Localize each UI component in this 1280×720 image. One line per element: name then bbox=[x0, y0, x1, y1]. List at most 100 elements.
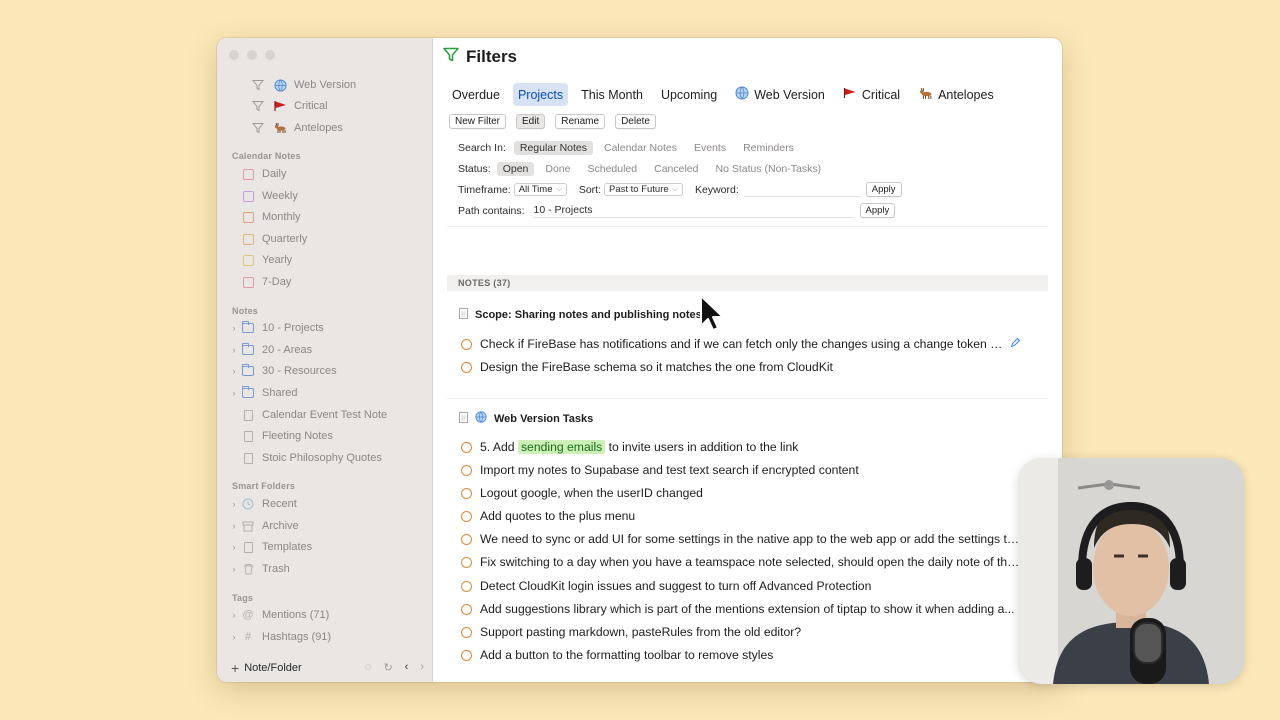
chevron-right-icon[interactable]: › bbox=[228, 610, 240, 620]
sidebar-tag-hashtags[interactable]: › # Hashtags (91) bbox=[228, 627, 332, 647]
sidebar-filter-critical[interactable]: Critical bbox=[250, 96, 328, 116]
tab-projects[interactable]: Projects bbox=[512, 83, 569, 106]
task-item[interactable]: Fix switching to a day when you have a t… bbox=[461, 555, 1021, 569]
sidebar: Web Version Critical Antelopes Calendar … bbox=[217, 38, 433, 682]
keyword-input[interactable] bbox=[743, 182, 860, 197]
sidebar-item-label: 10 - Projects bbox=[262, 322, 324, 334]
task-item[interactable]: 5. Add sending emails to invite users in… bbox=[461, 440, 1021, 454]
sidebar-item-label: Trash bbox=[262, 563, 290, 575]
sidebar-item-quarterly[interactable]: Quarterly bbox=[240, 229, 307, 249]
task-item[interactable]: Import my notes to Supabase and test tex… bbox=[461, 463, 1021, 477]
chevron-right-icon[interactable]: › bbox=[228, 564, 240, 574]
segment-canceled[interactable]: Canceled bbox=[648, 162, 704, 176]
add-note-folder-button[interactable]: Note/Folder bbox=[244, 662, 301, 674]
close-window-button[interactable] bbox=[229, 50, 239, 60]
note-title-scope[interactable]: Scope: Sharing notes and publishing note… bbox=[459, 308, 702, 322]
task-checkbox[interactable] bbox=[461, 626, 472, 638]
delete-button[interactable]: Delete bbox=[615, 114, 656, 129]
sidebar-note-fleeting[interactable]: Fleeting Notes bbox=[240, 426, 333, 446]
task-checkbox[interactable] bbox=[461, 556, 472, 568]
task-item[interactable]: Add quotes to the plus menu bbox=[461, 509, 1021, 523]
task-checkbox[interactable] bbox=[461, 510, 472, 522]
segment-done[interactable]: Done bbox=[539, 162, 576, 176]
task-checkbox[interactable] bbox=[461, 464, 472, 476]
task-item[interactable]: Add a button to the formatting toolbar t… bbox=[461, 648, 1021, 662]
sidebar-item-label: 7-Day bbox=[262, 276, 292, 288]
sidebar-folder-projects[interactable]: › 10 - Projects bbox=[228, 318, 324, 338]
chevron-right-icon[interactable]: › bbox=[228, 323, 240, 333]
task-item[interactable]: Add suggestions library which is part of… bbox=[461, 602, 1021, 616]
chevron-right-icon[interactable]: › bbox=[228, 366, 240, 376]
zoom-window-button[interactable] bbox=[265, 50, 275, 60]
sidebar-item-daily[interactable]: Daily bbox=[240, 164, 286, 184]
path-input[interactable] bbox=[533, 203, 854, 218]
chevron-right-icon[interactable]: › bbox=[228, 499, 240, 509]
segment-scheduled[interactable]: Scheduled bbox=[581, 162, 643, 176]
task-item[interactable]: Logout google, when the userID changed bbox=[461, 486, 1021, 500]
sidebar-smart-recent[interactable]: › Recent bbox=[228, 494, 297, 514]
tab-web-version[interactable]: Web Version bbox=[730, 83, 830, 106]
sidebar-folder-resources[interactable]: › 30 - Resources bbox=[228, 361, 337, 381]
task-item[interactable]: Check if FireBase has notifications and … bbox=[461, 337, 1021, 351]
task-item[interactable]: Support pasting markdown, pasteRules fro… bbox=[461, 625, 1021, 639]
new-filter-button[interactable]: New Filter bbox=[449, 114, 507, 129]
task-checkbox[interactable] bbox=[461, 487, 472, 499]
chevron-right-icon[interactable]: › bbox=[228, 632, 240, 642]
minimize-window-button[interactable] bbox=[247, 50, 257, 60]
chevron-right-icon[interactable]: › bbox=[228, 388, 240, 398]
task-checkbox[interactable] bbox=[461, 338, 472, 350]
sidebar-folder-areas[interactable]: › 20 - Areas bbox=[228, 340, 312, 360]
sidebar-item-7-day[interactable]: 7-Day bbox=[240, 272, 291, 292]
task-item[interactable]: Design the FireBase schema so it matches… bbox=[461, 360, 1021, 374]
back-arrow-icon[interactable]: ‹ bbox=[405, 661, 409, 674]
rename-button[interactable]: Rename bbox=[555, 114, 606, 129]
task-checkbox[interactable] bbox=[461, 649, 472, 661]
segment-regular-notes[interactable]: Regular Notes bbox=[513, 141, 593, 155]
segment-open[interactable]: Open bbox=[496, 162, 535, 176]
tab-overdue[interactable]: Overdue bbox=[447, 83, 505, 106]
sidebar-filter-antelopes[interactable]: Antelopes bbox=[250, 118, 343, 138]
sidebar-bottom-bar: + Note/Folder ◌ ↻ ‹ › bbox=[217, 654, 432, 682]
filter-icon bbox=[250, 100, 266, 112]
sidebar-item-monthly[interactable]: Monthly bbox=[240, 207, 301, 227]
timeframe-select[interactable]: All Time ⌵ bbox=[513, 183, 567, 196]
sidebar-item-yearly[interactable]: Yearly bbox=[240, 250, 292, 270]
segment-calendar-notes[interactable]: Calendar Notes bbox=[598, 141, 683, 155]
segment-events[interactable]: Events bbox=[688, 141, 732, 155]
tab-upcoming[interactable]: Upcoming bbox=[656, 83, 722, 106]
edit-button[interactable]: Edit bbox=[516, 114, 546, 129]
chevron-right-icon[interactable]: › bbox=[228, 521, 240, 531]
chevron-right-icon[interactable]: › bbox=[228, 345, 240, 355]
task-checkbox[interactable] bbox=[461, 603, 472, 615]
tab-this-month[interactable]: This Month bbox=[576, 83, 648, 106]
sidebar-filter-web-version[interactable]: Web Version bbox=[250, 75, 356, 95]
forward-arrow-icon[interactable]: › bbox=[420, 661, 424, 674]
task-checkbox[interactable] bbox=[461, 580, 472, 592]
sync-icon[interactable]: ↻ bbox=[383, 661, 392, 674]
task-checkbox[interactable] bbox=[461, 441, 472, 453]
chevron-right-icon[interactable]: › bbox=[228, 542, 240, 552]
keyword-apply-button[interactable]: Apply bbox=[865, 182, 902, 197]
task-item[interactable]: We need to sync or add UI for some setti… bbox=[461, 532, 1021, 546]
sidebar-smart-archive[interactable]: › Archive bbox=[228, 516, 299, 536]
tab-antelopes[interactable]: Antelopes bbox=[913, 83, 999, 106]
sort-select[interactable]: Past to Future ⌵ bbox=[604, 183, 683, 196]
sidebar-tag-mentions[interactable]: › @ Mentions (71) bbox=[228, 605, 330, 625]
sidebar-item-weekly[interactable]: Weekly bbox=[240, 186, 298, 206]
note-title-web-version-tasks[interactable]: Web Version Tasks bbox=[459, 411, 593, 426]
tab-critical[interactable]: Critical bbox=[838, 83, 905, 106]
sidebar-folder-shared[interactable]: › Shared bbox=[228, 383, 297, 403]
sidebar-smart-trash[interactable]: › Trash bbox=[228, 559, 290, 579]
task-checkbox[interactable] bbox=[461, 361, 472, 373]
task-item[interactable]: Detect CloudKit login issues and suggest… bbox=[461, 579, 1021, 593]
task-checkbox[interactable] bbox=[461, 533, 472, 545]
segment-no-status[interactable]: No Status (Non-Tasks) bbox=[709, 162, 827, 176]
main-panel: Filters Overdue Projects This Month Upco… bbox=[433, 38, 1062, 682]
sidebar-note-calendar-event[interactable]: Calendar Event Test Note bbox=[240, 405, 387, 425]
sidebar-smart-templates[interactable]: › Templates bbox=[228, 537, 313, 557]
sidebar-note-stoic[interactable]: Stoic Philosophy Quotes bbox=[240, 448, 382, 468]
path-apply-button[interactable]: Apply bbox=[859, 203, 896, 218]
segment-reminders[interactable]: Reminders bbox=[737, 141, 800, 155]
plus-icon[interactable]: + bbox=[231, 660, 239, 676]
pencil-icon[interactable] bbox=[1010, 337, 1021, 351]
